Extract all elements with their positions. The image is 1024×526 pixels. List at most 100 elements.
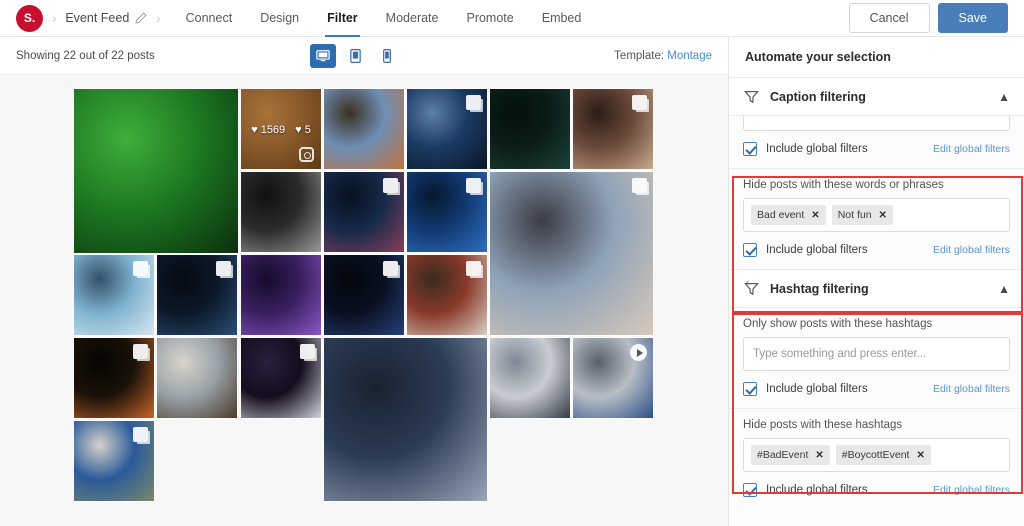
hashtag-hide-body: Hide posts with these hashtags #BadEvent… bbox=[729, 409, 1024, 509]
post-speaker-white[interactable] bbox=[240, 337, 322, 419]
post-thumbnail bbox=[241, 172, 321, 252]
tablet-icon bbox=[349, 49, 361, 63]
tablet-preview-button[interactable] bbox=[342, 44, 368, 68]
mobile-preview-button[interactable] bbox=[374, 44, 400, 68]
chevron-up-icon[interactable]: ▲ bbox=[998, 90, 1010, 104]
post-thumbnail bbox=[324, 89, 404, 169]
include-global-filters-checkbox-4[interactable] bbox=[743, 483, 757, 497]
carousel-badge-icon bbox=[216, 261, 231, 276]
post-festival-crowd[interactable] bbox=[489, 171, 654, 336]
include-global-filters-checkbox-2[interactable] bbox=[743, 243, 757, 257]
cancel-button[interactable]: Cancel bbox=[848, 3, 930, 33]
hashtag-only-show-label: Only show posts with these hashtags bbox=[743, 318, 933, 330]
post-expo-aisle[interactable] bbox=[572, 337, 654, 419]
feed-sub-toolbar: Showing 22 out of 22 posts Template: Mon… bbox=[0, 37, 728, 75]
edit-pencil-icon[interactable] bbox=[135, 12, 147, 24]
hashtag-only-show-input[interactable]: Type something and press enter... bbox=[743, 337, 1010, 371]
remove-tag-icon[interactable]: ✕ bbox=[879, 210, 887, 221]
save-button[interactable]: Save bbox=[937, 3, 1008, 33]
post-vocalist-blue[interactable] bbox=[406, 88, 488, 170]
like-count: ♥ 1569 bbox=[251, 124, 286, 137]
chevron-up-icon-2[interactable]: ▲ bbox=[998, 282, 1010, 296]
post-night-sky[interactable] bbox=[323, 254, 405, 336]
post-thumbnail bbox=[490, 338, 570, 418]
caption-hide-label: Hide posts with these words or phrases bbox=[743, 179, 944, 191]
tag-label: Not fun bbox=[837, 209, 872, 221]
tab-promote[interactable]: Promote bbox=[452, 0, 527, 37]
carousel-badge-icon bbox=[632, 178, 647, 193]
play-triangle bbox=[636, 348, 643, 357]
include-global-filters-checkbox-1[interactable] bbox=[743, 142, 757, 156]
edit-global-filters-link-2[interactable]: Edit global filters bbox=[933, 244, 1010, 256]
tag-bad-event[interactable]: Bad event ✕ bbox=[751, 205, 826, 225]
top-actions: Cancel Save bbox=[848, 3, 1012, 33]
tab-design[interactable]: Design bbox=[246, 0, 313, 37]
include-global-filters-checkbox-3[interactable] bbox=[743, 382, 757, 396]
template-value-link[interactable]: Montage bbox=[667, 50, 712, 62]
hashtag-only-show-body: Only show posts with these hashtags Type… bbox=[729, 308, 1024, 408]
post-singer-mic[interactable] bbox=[323, 171, 405, 253]
comment-count: ♥ 5 bbox=[295, 124, 311, 137]
desktop-preview-button[interactable] bbox=[310, 44, 336, 68]
post-purple-stage[interactable] bbox=[240, 254, 322, 336]
edit-global-filters-link-4[interactable]: Edit global filters bbox=[933, 484, 1010, 496]
panel-title: Automate your selection bbox=[729, 37, 1024, 78]
tab-filter[interactable]: Filter bbox=[313, 0, 372, 37]
post-denim-demo[interactable] bbox=[323, 337, 488, 502]
automation-panel: Automate your selection Caption filterin… bbox=[728, 37, 1024, 526]
edit-global-filters-link-3[interactable]: Edit global filters bbox=[933, 383, 1010, 395]
post-warehouse[interactable] bbox=[73, 420, 155, 502]
post-artist-tablet[interactable] bbox=[73, 254, 155, 336]
post-guitar-display[interactable] bbox=[406, 254, 488, 336]
post-expo-stand[interactable] bbox=[489, 337, 571, 419]
caption-only-show-body: Include global filters Edit global filte… bbox=[729, 131, 1024, 168]
post-thumbnail bbox=[157, 338, 237, 418]
remove-tag-icon[interactable]: ✕ bbox=[811, 210, 819, 221]
remove-tag-icon[interactable]: ✕ bbox=[916, 450, 924, 461]
nav-tabs: Connect Design Filter Moderate Promote E… bbox=[172, 0, 596, 37]
post-dark-stage[interactable] bbox=[489, 88, 571, 170]
breadcrumb[interactable]: Event Feed bbox=[65, 11, 147, 25]
hashtag-hide-tag-input[interactable]: #BadEvent ✕ #BoycottEvent ✕ bbox=[743, 438, 1010, 472]
post-guitarist-live[interactable] bbox=[73, 337, 155, 419]
breadcrumb-label: Event Feed bbox=[65, 11, 130, 25]
tab-connect[interactable]: Connect bbox=[172, 0, 247, 37]
hashtag-only-show-placeholder: Type something and press enter... bbox=[753, 348, 927, 360]
filter-editor-app: S. › Event Feed › Connect Design Filter … bbox=[0, 0, 1024, 526]
post-engagement-stats: ♥ 1569 ♥ 5 bbox=[241, 124, 321, 136]
app-logo[interactable]: S. bbox=[16, 4, 43, 32]
post-crowd-blue[interactable] bbox=[406, 171, 488, 253]
post-guitarist[interactable] bbox=[323, 88, 405, 170]
post-bw-performer[interactable] bbox=[240, 171, 322, 253]
post-thumbnail bbox=[490, 89, 570, 169]
hashtag-hide-label: Hide posts with these hashtags bbox=[743, 419, 903, 431]
tag-not-fun[interactable]: Not fun ✕ bbox=[831, 205, 893, 225]
carousel-badge-icon bbox=[383, 261, 398, 276]
caption-filtering-section-header[interactable]: Caption filtering ▲ bbox=[729, 78, 1024, 116]
tag-boycottevent[interactable]: #BoycottEvent ✕ bbox=[835, 445, 931, 465]
tag-badevent[interactable]: #BadEvent ✕ bbox=[751, 445, 830, 465]
include-global-filters-label-3: Include global filters bbox=[766, 383, 868, 395]
post-stats-overlay[interactable]: ♥ 1569 ♥ 5 bbox=[240, 88, 322, 170]
tab-embed[interactable]: Embed bbox=[528, 0, 596, 37]
mobile-icon bbox=[383, 49, 391, 63]
post-dreadlocks[interactable] bbox=[572, 88, 654, 170]
tab-moderate[interactable]: Moderate bbox=[372, 0, 453, 37]
funnel-icon bbox=[744, 90, 759, 103]
post-backstage[interactable] bbox=[156, 337, 238, 419]
hashtag-filtering-section-header[interactable]: # Hashtag filtering ▲ bbox=[729, 270, 1024, 308]
post-green-singer[interactable] bbox=[73, 88, 239, 254]
feed-preview-canvas: ♥ 1569 ♥ 5 bbox=[0, 75, 728, 526]
hashtag-hide-global-row: Include global filters Edit global filte… bbox=[743, 472, 1010, 509]
video-play-icon[interactable] bbox=[630, 344, 647, 361]
carousel-badge-icon bbox=[133, 427, 148, 442]
caption-only-show-global-row: Include global filters Edit global filte… bbox=[743, 131, 1010, 168]
carousel-badge-icon bbox=[133, 261, 148, 276]
caption-only-show-input-truncated[interactable] bbox=[743, 116, 1010, 131]
caption-hide-tag-input[interactable]: Bad event ✕ Not fun ✕ bbox=[743, 198, 1010, 232]
edit-global-filters-link-1[interactable]: Edit global filters bbox=[933, 143, 1010, 155]
breadcrumb-chevron-icon: › bbox=[52, 10, 57, 26]
template-indicator: Template: Montage bbox=[614, 50, 712, 62]
remove-tag-icon[interactable]: ✕ bbox=[815, 450, 823, 461]
post-stage-singer[interactable] bbox=[156, 254, 238, 336]
